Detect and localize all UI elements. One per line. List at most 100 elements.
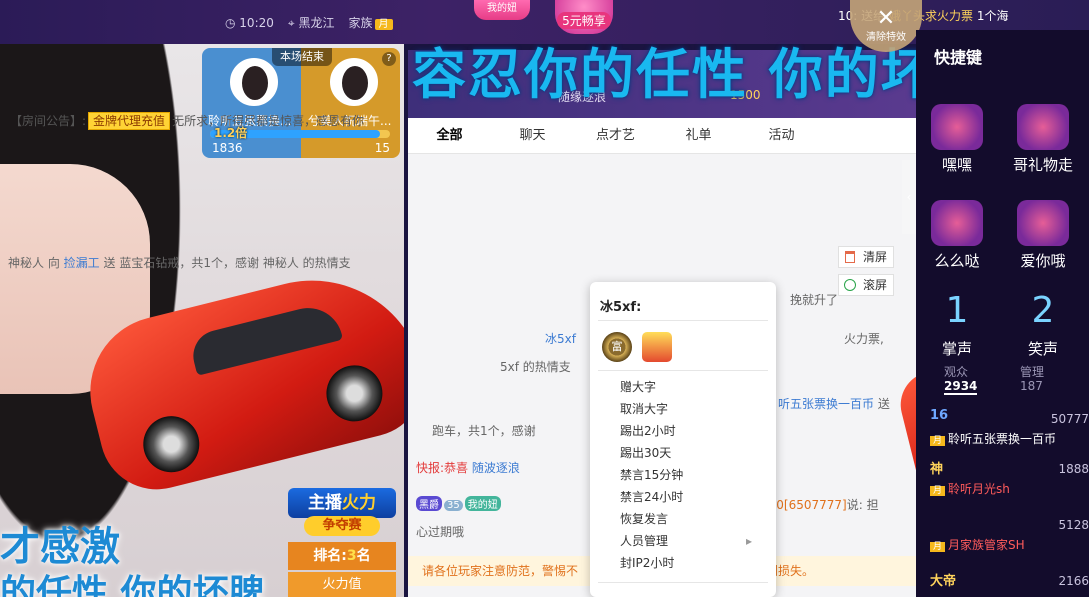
chat-message: 挽就升了 — [790, 293, 839, 307]
tab-activity[interactable]: 活动 — [740, 118, 823, 153]
menu-title: 冰5xf: — [600, 300, 642, 315]
tab-audience[interactable]: 观众 — [944, 363, 968, 380]
menu-item-big-text[interactable]: 赠大字 — [620, 376, 760, 398]
menu-item-ban-ip-2h[interactable]: 封IP2小时 — [620, 552, 760, 574]
shortcut-applause[interactable]: 1 掌声 — [922, 288, 992, 359]
user-score: 1888 — [1058, 462, 1089, 476]
hehe-sticker-icon — [931, 104, 983, 150]
menu-item-mute-15m[interactable]: 禁言15分钟 — [620, 464, 760, 486]
car-wheel — [320, 359, 389, 428]
car-wheel — [137, 410, 206, 479]
shortcut-kiss[interactable]: 么么哒 — [922, 200, 992, 271]
location-info: ⌖ 黑龙江 — [287, 16, 335, 30]
collapse-panel-handle[interactable]: ‹ — [902, 160, 916, 234]
user-score: 5128 — [1058, 518, 1089, 532]
treasure-badge-icon — [642, 332, 672, 362]
pk-right-avatar[interactable] — [330, 58, 378, 106]
pk-battle-box[interactable]: 本场结束 ? 聆听五张票换... 兮美人祝端午... 1.2倍 1836 15 — [202, 48, 400, 158]
laughter-key-icon: 2 — [1031, 290, 1055, 331]
user-score: 2166 — [1058, 574, 1089, 588]
menu-item-unmute[interactable]: 恢复发言 — [620, 508, 760, 530]
user-level-badge: 大帝 — [930, 574, 957, 589]
chat-user-link[interactable]: 随波逐浪 — [472, 461, 520, 475]
menu-divider — [598, 370, 768, 371]
menu-item-mute-24h[interactable]: 禁言24小时 — [620, 486, 760, 508]
audience-row[interactable]: 16 50777 月聆听五张票换一百币 — [930, 408, 1089, 452]
user-name: 月聆听月光sh — [930, 480, 1010, 497]
clear-screen-button[interactable]: 清屏 — [838, 246, 894, 268]
love-sticker-icon — [1017, 200, 1069, 246]
audience-row[interactable]: 5128 月月家族管家SH — [930, 514, 1089, 558]
pk-ended-label: 本场结束 — [272, 48, 332, 66]
trash-icon — [845, 251, 855, 263]
family-badge: 月 — [374, 19, 393, 30]
pk-left-avatar[interactable] — [230, 58, 278, 106]
shortcut-laughter[interactable]: 2 笑声 — [1008, 288, 1078, 359]
car-window — [187, 300, 344, 376]
audience-row[interactable]: 大帝 2166 — [930, 570, 1089, 597]
user-level-badge: 神 — [930, 462, 944, 477]
ticker-suffix: 1个海 — [976, 9, 1009, 23]
scroll-screen-button[interactable]: 滚屏 — [838, 274, 894, 296]
firepower-contest-badge[interactable]: 主播火力 争夺赛 排名:3名 火力值 — [288, 488, 396, 597]
menu-item-cancel-big-text[interactable]: 取消大字 — [620, 398, 760, 420]
user-name: 月月家族管家SH — [930, 536, 1025, 553]
chat-user-link[interactable]: z0[6507777] — [770, 498, 847, 512]
chevron-right-icon: ▸ — [745, 534, 752, 548]
chat-tabs: 全部 聊天 点才艺 礼单 活动 🚗65 — [408, 118, 1016, 546]
shortcut-gift-go[interactable]: 哥礼物走 — [1008, 104, 1078, 175]
menu-item-kick-30d[interactable]: 踢出30天 — [620, 442, 760, 464]
user-context-menu: 冰5xf: 富 赠大字 取消大字 踢出2小时 踢出30天 禁言15分钟 禁言24… — [590, 282, 776, 597]
chat-message: 5xf 的热情支 — [500, 360, 571, 374]
family-info[interactable]: 家族月 — [348, 14, 393, 31]
tab-talent[interactable]: 点才艺 — [574, 118, 657, 153]
user-name: 月聆听五张票换一百币 — [930, 430, 1056, 447]
firepower-title: 主播火力 — [288, 488, 396, 518]
shortcut-hehe[interactable]: 嘿嘿 — [922, 104, 992, 175]
menu-divider — [598, 582, 768, 583]
pk-right-score: 15 — [374, 141, 390, 155]
agent-recharge-tag[interactable]: 金牌代理充值 — [88, 112, 171, 130]
pk-help-icon[interactable]: ? — [382, 52, 396, 66]
firepower-rank: 排名:3名 — [288, 542, 396, 570]
chat-message: 心过期哦 — [416, 525, 465, 539]
clock-info: ◷ 10:20 — [225, 15, 274, 30]
chat-message: 听五张票换一百币 送 — [778, 397, 890, 411]
tab-all[interactable]: 全部 — [408, 118, 491, 153]
audience-tabs: 观众 2934 管理 187 — [916, 360, 1089, 396]
clear-effects-label: 清除特效 — [866, 32, 906, 43]
chat-message: 冰5xf — [545, 330, 576, 347]
chevron-left-icon: ‹ — [906, 190, 912, 204]
firepower-value-label: 火力值 — [288, 572, 396, 597]
user-score: 50777 — [1050, 412, 1089, 426]
chat-user-link[interactable]: 听五张票换一百币 — [778, 397, 874, 411]
announcement-text: 无所求，所得尽都是惊喜，感恩有你 — [172, 114, 365, 128]
kiss-sticker-icon — [931, 200, 983, 246]
close-icon: ✕ — [876, 6, 896, 31]
firepower-subtitle: 争夺赛 — [304, 516, 380, 536]
chat-message: 黑爵 35 我的妞 — [416, 496, 503, 511]
audience-row[interactable]: 神 1888 月聆听月光sh — [930, 458, 1089, 502]
shortcut-love-you[interactable]: 爱你哦 — [1008, 200, 1078, 271]
chat-message: z0[6507777]说: 担 — [770, 498, 879, 512]
my-girl-promo[interactable]: 我的妞 — [474, 0, 530, 20]
shortcut-title: 快捷键 — [934, 48, 983, 67]
five-yuan-promo[interactable]: 5元畅享 — [555, 0, 613, 34]
menu-item-kick-2h[interactable]: 踢出2小时 — [620, 420, 760, 442]
room-announcement: 【房间公告】: 金牌代理充值 无所求，所得尽都是惊喜，感恩有你 — [10, 112, 365, 130]
tab-admins[interactable]: 管理 — [1020, 363, 1044, 380]
announcement-label: 【房间公告】: — [10, 114, 87, 128]
pk-left-score: 1836 — [212, 141, 243, 155]
chat-user-link[interactable]: 捡漏工 — [64, 256, 100, 270]
chat-message: 快报:恭喜 随波逐浪 — [416, 461, 520, 475]
tab-chat[interactable]: 聊天 — [491, 118, 574, 153]
gift-sticker-icon — [1017, 104, 1069, 150]
video-lyric-line2: 的任性 你的坏脾 — [0, 573, 265, 597]
audience-count: 2934 — [944, 379, 978, 395]
tab-gift-list[interactable]: 礼单 — [657, 118, 740, 153]
chat-user-link[interactable]: 冰5xf — [545, 332, 576, 346]
menu-item-staff-management[interactable]: 人员管理 ▸ — [620, 530, 760, 552]
rich-badge-icon: 富 — [602, 332, 632, 362]
five-yuan-label: 5元畅享 — [557, 12, 611, 29]
app-root: ◷ 10:20 ⌖ 黑龙江 家族月 我的妞 5元畅享 10: 送给 娥丫头求火力… — [0, 0, 1089, 597]
